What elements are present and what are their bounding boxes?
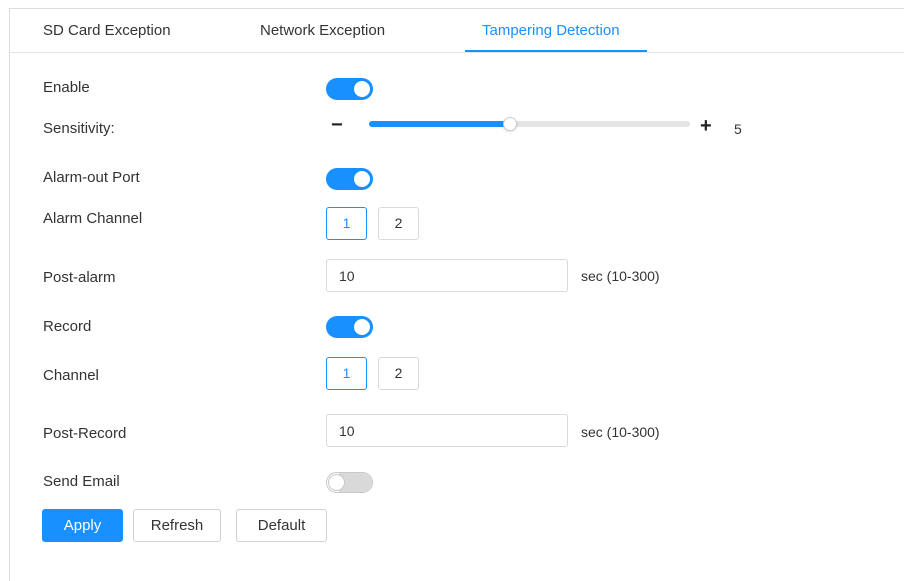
- sensitivity-slider-fill: [369, 121, 511, 127]
- sensitivity-increase-button[interactable]: +: [700, 116, 712, 136]
- post-record-input[interactable]: [326, 414, 568, 447]
- channel-label: Channel: [43, 367, 99, 384]
- sensitivity-decrease-button[interactable]: −: [331, 115, 343, 135]
- settings-panel: SD Card Exception Network Exception Tamp…: [9, 8, 904, 581]
- tab-bar: SD Card Exception Network Exception Tamp…: [10, 9, 904, 53]
- alarm-out-port-toggle[interactable]: [326, 168, 373, 190]
- sensitivity-slider-handle[interactable]: [503, 117, 518, 131]
- apply-button[interactable]: Apply: [42, 509, 123, 542]
- channel-2-button[interactable]: 2: [378, 357, 419, 390]
- default-button[interactable]: Default: [236, 509, 327, 542]
- tab-network-exception[interactable]: Network Exception: [260, 22, 385, 39]
- toggle-knob: [328, 474, 345, 491]
- post-record-unit: sec (10-300): [581, 424, 660, 440]
- post-alarm-unit: sec (10-300): [581, 268, 660, 284]
- send-email-toggle[interactable]: [326, 472, 373, 493]
- active-tab-indicator: [465, 50, 647, 52]
- alarm-channel-label: Alarm Channel: [43, 210, 143, 227]
- alarm-channel-1-button[interactable]: 1: [326, 207, 367, 240]
- post-alarm-label: Post-alarm: [43, 269, 116, 286]
- post-alarm-input[interactable]: [326, 259, 568, 292]
- channel-1-button[interactable]: 1: [326, 357, 367, 390]
- page: SD Card Exception Network Exception Tamp…: [0, 0, 904, 581]
- tab-tampering-detection[interactable]: Tampering Detection: [482, 22, 620, 39]
- toggle-knob: [354, 171, 370, 187]
- sensitivity-label: Sensitivity:: [43, 120, 115, 137]
- enable-label: Enable: [43, 79, 90, 96]
- tab-sd-card-exception[interactable]: SD Card Exception: [43, 22, 171, 39]
- refresh-button[interactable]: Refresh: [133, 509, 221, 542]
- alarm-out-port-label: Alarm-out Port: [43, 169, 140, 186]
- send-email-label: Send Email: [43, 473, 120, 490]
- toggle-knob: [354, 81, 370, 97]
- enable-toggle[interactable]: [326, 78, 373, 100]
- record-label: Record: [43, 318, 92, 335]
- sensitivity-slider[interactable]: [369, 117, 690, 131]
- toggle-knob: [354, 319, 370, 335]
- post-record-label: Post-Record: [43, 425, 127, 442]
- sensitivity-value: 5: [734, 121, 742, 137]
- record-toggle[interactable]: [326, 316, 373, 338]
- alarm-channel-2-button[interactable]: 2: [378, 207, 419, 240]
